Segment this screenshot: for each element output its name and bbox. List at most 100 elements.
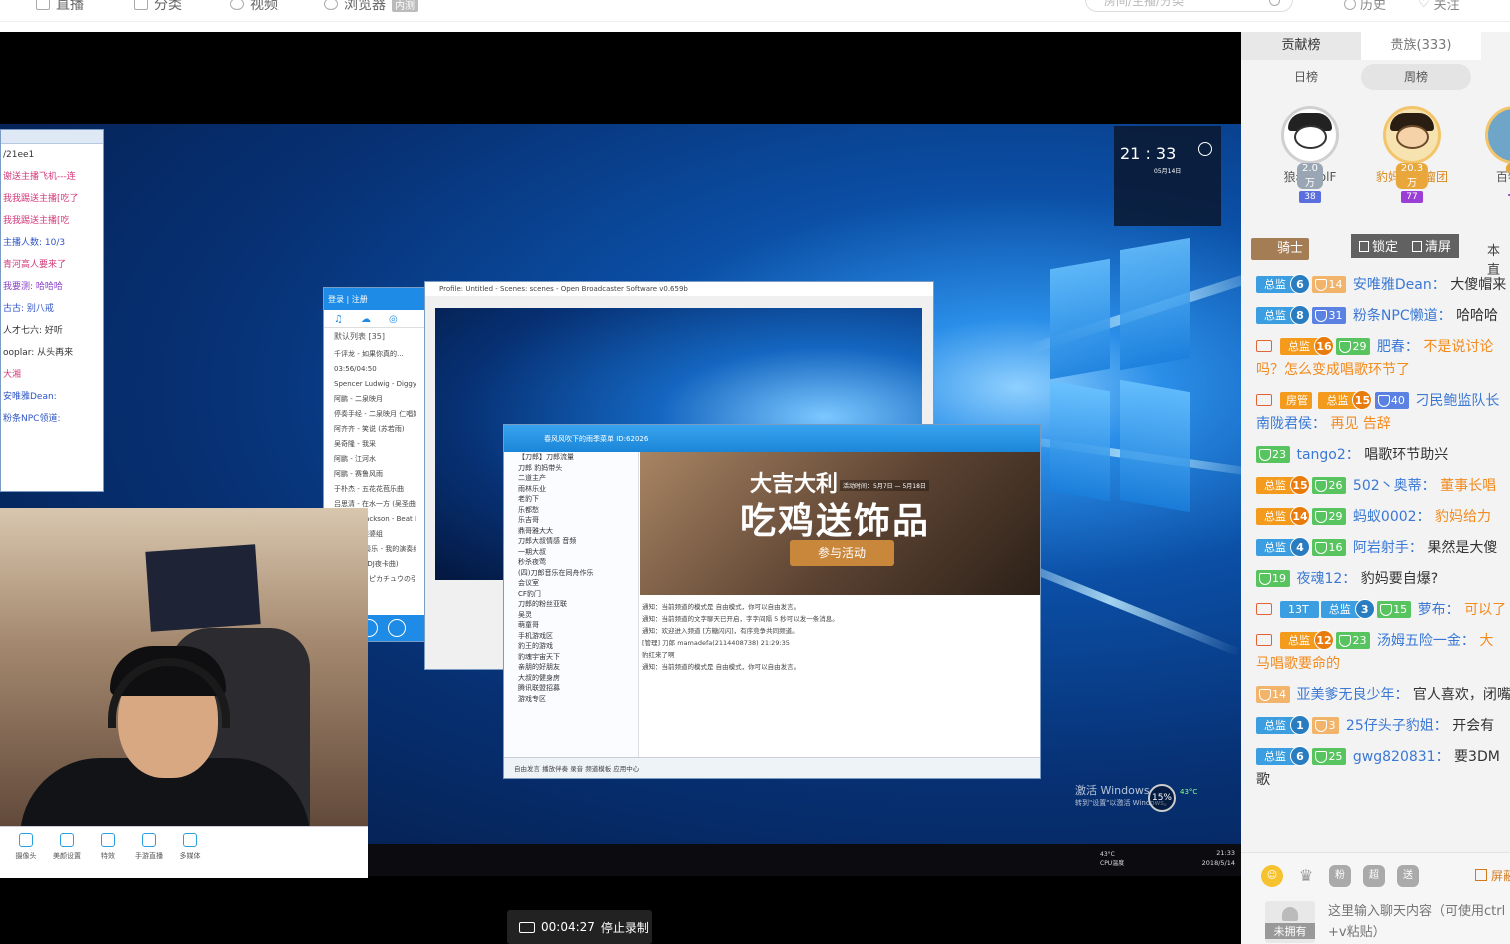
chat-message[interactable]: 总监 1 3 25仔头子豹姐： 开会有 <box>1241 711 1510 742</box>
stop-record-button[interactable]: 停止录制 <box>601 919 649 936</box>
supervisor-badge: 总监 14 <box>1256 506 1310 526</box>
clock-date: 05月14日 <box>1154 168 1182 175</box>
chat-username[interactable]: 蚂蚁0002： <box>1353 509 1431 525</box>
tv-icon <box>1256 394 1272 406</box>
rank-list: 2.0万 狼叔WolF 38 20.3万 豹妈丶毒瘤团 77 2 百特千 <box>1241 100 1510 230</box>
fan-badge-slot[interactable]: 未拥有 <box>1265 901 1315 943</box>
knight-badge[interactable]: 骑士 <box>1251 238 1309 260</box>
banner-date: 活动时间：5月7日 — 5月18日 <box>840 480 929 491</box>
banner-big-title: 吃鸡送饰品 <box>740 501 931 542</box>
rank-value: 2 <box>1505 163 1510 174</box>
nav-category[interactable]: 分类 <box>134 0 182 14</box>
yy-message: [管理] 刀郎 mamadefa(2114408738) 21:29:35 <box>642 639 790 647</box>
radio-icon: ◎ <box>388 314 398 325</box>
music-header: 登录 | 注册 <box>324 288 426 310</box>
chat-username[interactable]: 夜魂12： <box>1296 571 1356 587</box>
channel-item: 大叔的健身房 <box>518 673 560 682</box>
admin-badge: 房管 <box>1280 392 1312 409</box>
tab-weekly[interactable]: 周榜 <box>1361 64 1471 90</box>
chat-message[interactable]: 房管 总监 15 40 刁民鲍监队长南陇君侯： 再见 告辞 <box>1241 386 1510 440</box>
block-danmu-checkbox[interactable]: 屏蔽 <box>1475 867 1510 884</box>
cpu-temp: 43°C <box>1180 788 1198 796</box>
yy-banner: 大吉大利 活动时间：5月7日 — 5月18日 吃鸡送饰品 参与活动 <box>640 452 1040 595</box>
yy-chat-window: /21ee1 谢送主播飞机---连 我我踢送主播[吃了 我我踢送主播[吃 主播人数: 1… <box>0 129 104 492</box>
yy-chat-line: 人才七六: 好听 <box>3 326 63 336</box>
nav-browser[interactable]: 浏览器 内测 <box>324 0 418 14</box>
record-status[interactable]: 00:04:27 停止录制 <box>507 910 652 944</box>
tab-contribution[interactable]: 贡献榜 <box>1241 32 1361 60</box>
nav-live[interactable]: 直播 <box>36 0 84 14</box>
supervisor-badge: 总监 1 <box>1256 715 1310 735</box>
chat-username[interactable]: 亚美爹无良少年： <box>1296 687 1408 703</box>
rank-item[interactable]: 20.3万 豹妈丶毒瘤团 77 <box>1357 100 1467 203</box>
channel-item: 刀郎大叔情感 音频 <box>518 537 577 545</box>
history-link[interactable]: 历史 <box>1344 0 1386 13</box>
search-input[interactable]: 房间/主播/分类 <box>1085 0 1293 12</box>
yy-channel-tree: 【刀郎】刀郎流量 刀郎 豹妈带头 二道主产 雨林乐业 老豹下 乐都愁 乐吉哥 鼎哥雅大大 刀郎大… <box>504 452 639 758</box>
channel-item: 鼎哥雅大大 <box>518 526 553 535</box>
fan-level-badge: 16 <box>1312 539 1347 556</box>
chat-input[interactable] <box>1328 901 1510 944</box>
emote-fen[interactable]: 粉 <box>1329 865 1351 887</box>
chat-message[interactable]: 总监 15 26 502丶奥蒂： 董事长唱 <box>1241 471 1510 502</box>
chat-tools: 锁定 清屏 <box>1351 234 1460 258</box>
checkbox-icon <box>1475 869 1487 881</box>
emote-chao[interactable]: 超 <box>1363 865 1385 887</box>
chat-message[interactable]: 总监 6 25 gwg820831： 要3DM歌 <box>1241 742 1510 796</box>
fan-level-badge: 14 <box>1256 686 1290 703</box>
supervisor-level: 15 <box>1352 390 1373 410</box>
yy-toolbar-button: 美颜设置 <box>47 833 87 861</box>
chat-message[interactable]: 总监 4 16 阿岩射手： 果然是大傻 <box>1241 533 1510 564</box>
wall-poster <box>145 544 261 632</box>
chat-username[interactable]: gwg820831： <box>1353 749 1450 765</box>
next-icon <box>388 619 406 637</box>
chat-message[interactable]: 14 亚美爹无良少年： 官人喜欢，闭嘴 <box>1241 680 1510 711</box>
chat-message[interactable]: 19 夜魂12： 豹妈要自爆? <box>1241 564 1510 595</box>
yy-chat-line: 我我踢送主播[吃了 <box>3 194 79 204</box>
chat-username[interactable]: 25仔头子豹姐： <box>1346 718 1448 734</box>
yy-chat-line: 主播人数: 10/3 <box>3 238 66 248</box>
beta-badge: 内测 <box>392 0 418 12</box>
lock-button[interactable]: 锁定 <box>1359 236 1398 256</box>
chat-message[interactable]: 13T 总监 3 15 萝布： 可以了 <box>1241 595 1510 626</box>
chat-username[interactable]: 粉条NPC懒道： <box>1353 308 1452 324</box>
chat-username[interactable]: 肥春： <box>1377 339 1419 355</box>
search-icon[interactable] <box>1269 0 1280 6</box>
music-track: 于朴杰 - 五花花苞乐曲 <box>334 485 404 493</box>
clear-button[interactable]: 清屏 <box>1412 236 1451 256</box>
tab-daily[interactable]: 日榜 <box>1251 64 1361 90</box>
nav-video[interactable]: 视频 <box>230 0 278 14</box>
rank-item[interactable]: 2.0万 狼叔WolF 38 <box>1255 100 1365 203</box>
chat-message[interactable]: 总监 14 29 蚂蚁0002： 豹妈给力 <box>1241 502 1510 533</box>
chat-username[interactable]: 阿岩射手： <box>1353 540 1423 556</box>
chat-username[interactable]: tango2： <box>1296 447 1359 463</box>
emoji-icon[interactable]: ☺ <box>1261 865 1283 887</box>
yy-chat-line: 古古: 别八戒 <box>3 304 54 314</box>
yy-message: 通知：当前频道的模式是 自由模式，你可以自由发言。 <box>642 663 801 671</box>
chat-header: 骑士 本直 锁定 清屏 <box>1251 234 1510 278</box>
chat-message[interactable]: 总监 16 29 肥春： 不是说讨论吗？怎么变成唱歌环节了 <box>1241 332 1510 386</box>
tab-nobility[interactable]: 贵族(333) <box>1361 32 1481 60</box>
chat-username[interactable]: 萝布： <box>1418 602 1460 618</box>
music-track: Spencer Ludwig - Diggy (RA <box>334 380 416 388</box>
chat-message[interactable]: 总监 8 31 粉条NPC懒道： 哈哈哈 <box>1241 301 1510 332</box>
obs-title: Profile: Untitled - Scenes: scenes - Ope… <box>425 282 933 296</box>
tool-icon <box>101 833 115 847</box>
taskbar-temp: 43°C CPU温度 <box>1100 851 1125 867</box>
emote-song[interactable]: 送 <box>1397 865 1419 887</box>
chat-message[interactable]: 总监 6 14 安唯雅Dean： 大傻帽来 <box>1241 270 1510 301</box>
stream-player[interactable]: /21ee1 谢送主播飞机---连 我我踢送主播[吃了 我我踢送主播[吃 主播人数: 1… <box>0 32 1241 944</box>
chat-text: 官人喜欢，闭嘴 <box>1412 687 1510 703</box>
chat-username[interactable]: 安唯雅Dean： <box>1353 277 1446 293</box>
rank-item[interactable]: 2 百特千 <box>1459 100 1510 200</box>
chat-username[interactable]: 汤姆五险一金： <box>1377 633 1475 649</box>
fan-level-badge: 25 <box>1312 748 1347 765</box>
crown-icon[interactable]: ♛ <box>1295 865 1317 887</box>
browser-icon <box>324 0 338 10</box>
chat-username[interactable]: 502丶奥蒂： <box>1353 478 1436 494</box>
wallpaper-pane <box>1120 379 1190 513</box>
follow-link[interactable]: ♡ 关注 <box>1418 0 1460 13</box>
chat-message[interactable]: 23 tango2： 唱歌环节助兴 <box>1241 440 1510 471</box>
chat-message[interactable]: 总监 12 23 汤姆五险一金： 大马唱歌要命的 <box>1241 626 1510 680</box>
rank-value: 20.3万 <box>1395 163 1429 189</box>
